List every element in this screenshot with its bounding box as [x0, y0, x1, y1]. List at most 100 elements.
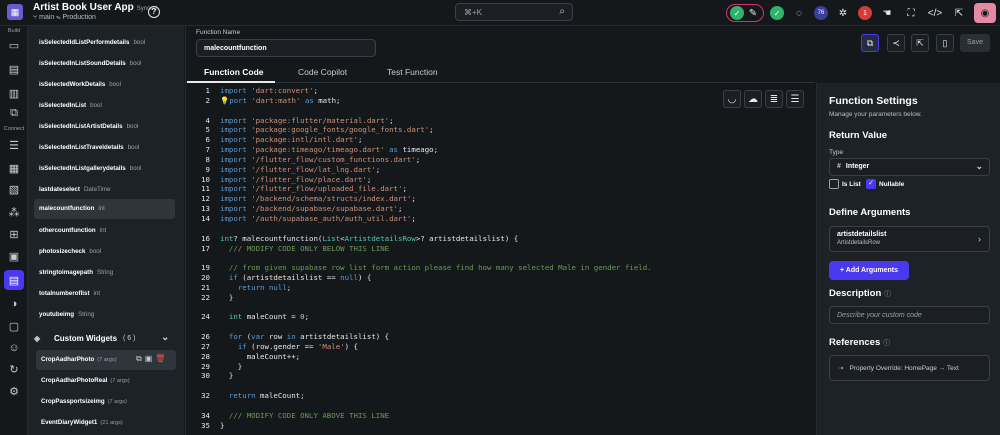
settings-gear-icon[interactable]: ⚙ [6, 383, 22, 399]
list-item[interactable]: isSelectedInList bool [34, 96, 204, 116]
layers-icon[interactable]: ▤ [6, 61, 22, 77]
line-number: 7 [205, 145, 210, 155]
help-icon[interactable]: ? [148, 6, 160, 18]
list-item[interactable]: isSelectedInListArtistDetails bool [34, 117, 204, 137]
custom-code-icon[interactable]: ▤ [4, 270, 24, 290]
list-item[interactable]: malecountfunction int [34, 199, 175, 219]
list-item-name: stringtoimagepath [39, 269, 93, 276]
list-item[interactable]: lastdateselect DateTime [34, 180, 204, 200]
history-icon[interactable]: ↻ [6, 361, 22, 377]
list-item[interactable]: youtubeimg String [34, 305, 204, 325]
custom-widget-item[interactable]: EventDiaryWidget1 (21 args) [36, 413, 128, 433]
list-item[interactable]: isSelectedInListSoundDetails bool [34, 54, 204, 74]
assets-icon[interactable]: ▢ [6, 318, 22, 334]
copy-code-icon[interactable]: ⧉ [861, 34, 879, 52]
rail-connect-label: Connect [3, 126, 25, 132]
code-editor[interactable]: 1 import 'dart:convert'; 2 💡port 'dart:mat… [188, 86, 808, 431]
top-bar: ▦ Artist Book User App Synced ⑂ main ✎ Pr… [0, 0, 1000, 26]
api-icon[interactable]: ▦ [6, 160, 22, 176]
custom-widget-item[interactable]: CropPassportsizeimg (7 args) [36, 392, 132, 412]
list-item[interactable]: photosizecheck bool [34, 242, 204, 262]
chat-icon[interactable]: ◌ [790, 4, 808, 22]
line-number: 13 [201, 204, 210, 214]
app-name-text: Artist Book User App [33, 2, 134, 13]
return-type-select[interactable]: # Integer ⌄ [829, 158, 990, 176]
vscode-icon[interactable]: ≺ [887, 34, 905, 52]
integrations-icon[interactable]: ⁂ [6, 204, 22, 220]
widget-args: (21 args) [100, 420, 123, 426]
list-item-name: lastdateselect [39, 186, 80, 193]
app-state-icon[interactable]: ⊞ [6, 226, 22, 242]
list-item[interactable]: othercountfunction int [34, 221, 204, 241]
line-number: 24 [201, 312, 210, 322]
pages-icon[interactable]: ▭ [6, 37, 22, 53]
tab-code-copilot[interactable]: Code Copilot [298, 67, 347, 77]
line-number: 17 [201, 243, 210, 253]
duplicate-icon[interactable]: ▣ [145, 354, 153, 364]
add-arguments-button[interactable]: + Add Arguments [829, 261, 909, 280]
app-logo-icon[interactable]: ▦ [7, 4, 23, 20]
media-icon[interactable]: ▣ [6, 248, 22, 264]
line-number: 10 [201, 174, 210, 184]
components-icon[interactable]: ⧉ [6, 105, 22, 121]
hand-icon[interactable]: ☚ [878, 4, 896, 22]
branch-label[interactable]: ⑂ main ✎ Production [33, 14, 96, 21]
custom-widget-item[interactable]: CropAadharPhotoReal (7 args) [36, 371, 135, 391]
info-icon[interactable]: ⓘ [883, 340, 890, 347]
share-icon[interactable]: ⇱ [950, 4, 968, 22]
tab-function-code[interactable]: Function Code [204, 67, 264, 77]
list-item[interactable]: totalnumberoflist int [34, 284, 204, 304]
line-number: 11 [201, 184, 210, 194]
search-input[interactable]: ⌘+K ⌕ [455, 3, 573, 21]
save-button[interactable]: Save [960, 34, 990, 52]
active-tab-indicator [187, 81, 275, 83]
list-item[interactable]: isSelectedInListTraveldetails bool [34, 138, 204, 158]
app-name[interactable]: Artist Book User App Synced [33, 2, 157, 13]
nullable-checkbox[interactable]: ✓ [866, 179, 876, 189]
data-icon[interactable]: ☰ [6, 137, 22, 153]
code-icon[interactable]: </> [926, 4, 944, 22]
list-item-name: isSelectedInListArtistDetails [39, 123, 123, 130]
custom-widgets-header[interactable]: ◈ Custom Widgets ( 6 ) ⌄ [34, 331, 180, 349]
list-item-name: malecountfunction [39, 205, 95, 212]
bug-icon[interactable]: ✲ [834, 4, 852, 22]
status-pill[interactable]: ✓ ✎ [726, 4, 764, 22]
preview-eye-icon[interactable]: ◉ [974, 3, 996, 23]
check-status-icon[interactable]: ✓ [770, 6, 784, 20]
references-title: References [829, 337, 881, 348]
reference-item[interactable]: ⇢ Property Override: HomePage → Text [829, 355, 990, 381]
list-item[interactable]: stringtoimagepath String [34, 263, 204, 283]
list-item[interactable]: isSelectedWorkDetails bool [34, 75, 204, 95]
list-item[interactable]: isSelectedInListgallerydetails bool [34, 159, 204, 179]
theme-icon[interactable]: ◑ [6, 296, 22, 312]
panel-toggle-icon[interactable]: ▯ [936, 34, 954, 52]
is-list-checkbox[interactable] [829, 179, 839, 189]
tab-test-function[interactable]: Test Function [387, 67, 438, 77]
line-number: 29 [201, 361, 210, 371]
argument-card[interactable]: artistdetailslist ArtistdetailsRow › [829, 226, 990, 252]
warnings-badge[interactable]: 76 [814, 6, 828, 20]
line-number: 2 [205, 95, 210, 105]
list-item-type: bool [129, 60, 142, 67]
description-input[interactable]: Describe your custom code [829, 306, 990, 324]
widgets-icon: ◈ [34, 334, 41, 343]
widget-name: CropAadharPhoto [41, 356, 95, 363]
chevron-up-icon[interactable]: ⌄ [161, 332, 169, 343]
storyboard-icon[interactable]: ▥ [6, 85, 22, 101]
cloud-functions-icon[interactable]: ▧ [6, 181, 22, 197]
error-badge[interactable]: 1 [858, 6, 872, 20]
device-frame-icon[interactable]: ⛶ [902, 4, 920, 22]
delete-icon[interactable]: 🗑 [155, 354, 165, 364]
function-name-input[interactable]: malecountfunction [196, 39, 376, 57]
line-number: 22 [201, 292, 210, 302]
function-name-label: Function Name [196, 29, 241, 36]
open-external-icon[interactable]: ⇱ [911, 34, 929, 52]
line-number: 21 [201, 282, 210, 292]
copy-icon[interactable]: ⧉ [136, 354, 142, 364]
list-item-name: othercountfunction [39, 227, 96, 234]
team-icon[interactable]: ☺ [6, 340, 22, 356]
return-type-value: Integer [845, 163, 870, 170]
add-arguments-label: Add Arguments [845, 267, 899, 274]
list-item[interactable]: isSelectedIdListPerformdetails bool [34, 33, 204, 53]
info-icon[interactable]: ⓘ [884, 291, 891, 298]
